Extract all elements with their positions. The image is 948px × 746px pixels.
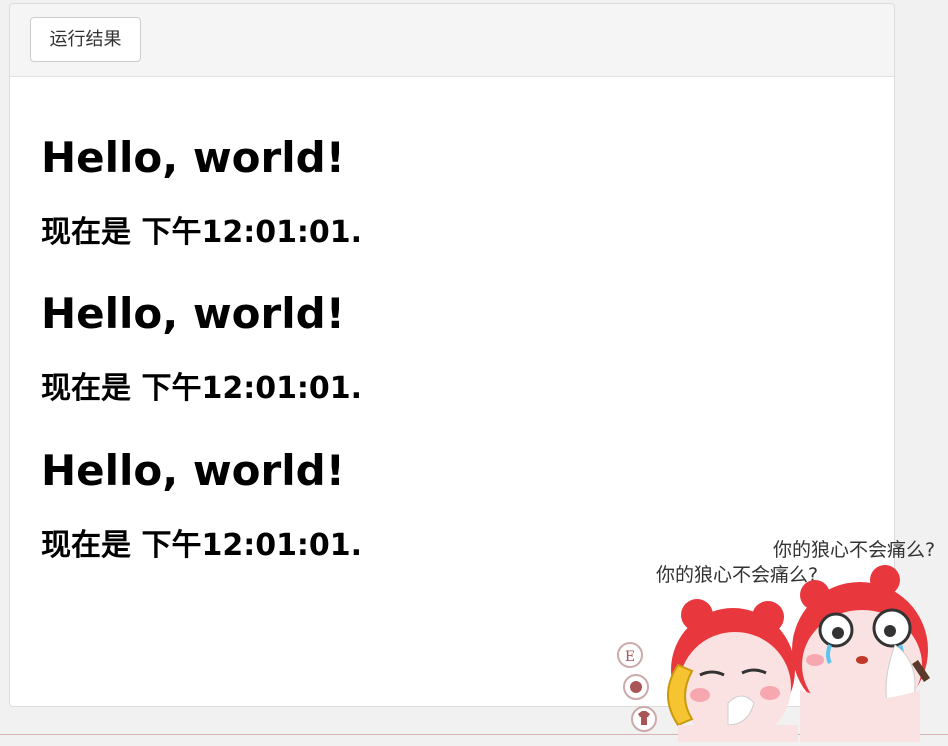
mascot-illustration: 你的狼心不会痛么? 你的狼心不会痛么? E (617, 539, 935, 742)
output-block: Hello, world! (41, 447, 345, 495)
panel-header: 运行结果 (10, 4, 894, 77)
time-heading: 现在是 下午12:01:01. (41, 371, 363, 406)
time-heading: 现在是 下午12:01:01. (41, 215, 363, 250)
phone-character (667, 599, 798, 742)
crying-character (792, 565, 930, 742)
output-block: 现在是 下午12:01:01. (41, 371, 362, 407)
e-icon-label: E (625, 649, 635, 665)
output-block: 现在是 下午12:01:01. (41, 215, 362, 251)
side-icon-group: E (617, 642, 657, 732)
output-block: Hello, world! (41, 290, 345, 338)
mascot-sticker[interactable]: 你的狼心不会痛么? 你的狼心不会痛么? E (600, 535, 948, 742)
sticker-caption-back: 你的狼心不会痛么? (773, 539, 935, 561)
output-block: Hello, world! (41, 134, 345, 182)
greeting-heading: Hello, world! (41, 289, 345, 338)
greeting-heading: Hello, world! (41, 133, 345, 182)
time-heading: 现在是 下午12:01:01. (41, 528, 363, 563)
run-result-button[interactable]: 运行结果 (30, 17, 141, 62)
record-dot (630, 681, 642, 693)
greeting-heading: Hello, world! (41, 446, 345, 495)
sticker-caption-front: 你的狼心不会痛么? (656, 564, 818, 586)
output-block: 现在是 下午12:01:01. (41, 528, 362, 564)
